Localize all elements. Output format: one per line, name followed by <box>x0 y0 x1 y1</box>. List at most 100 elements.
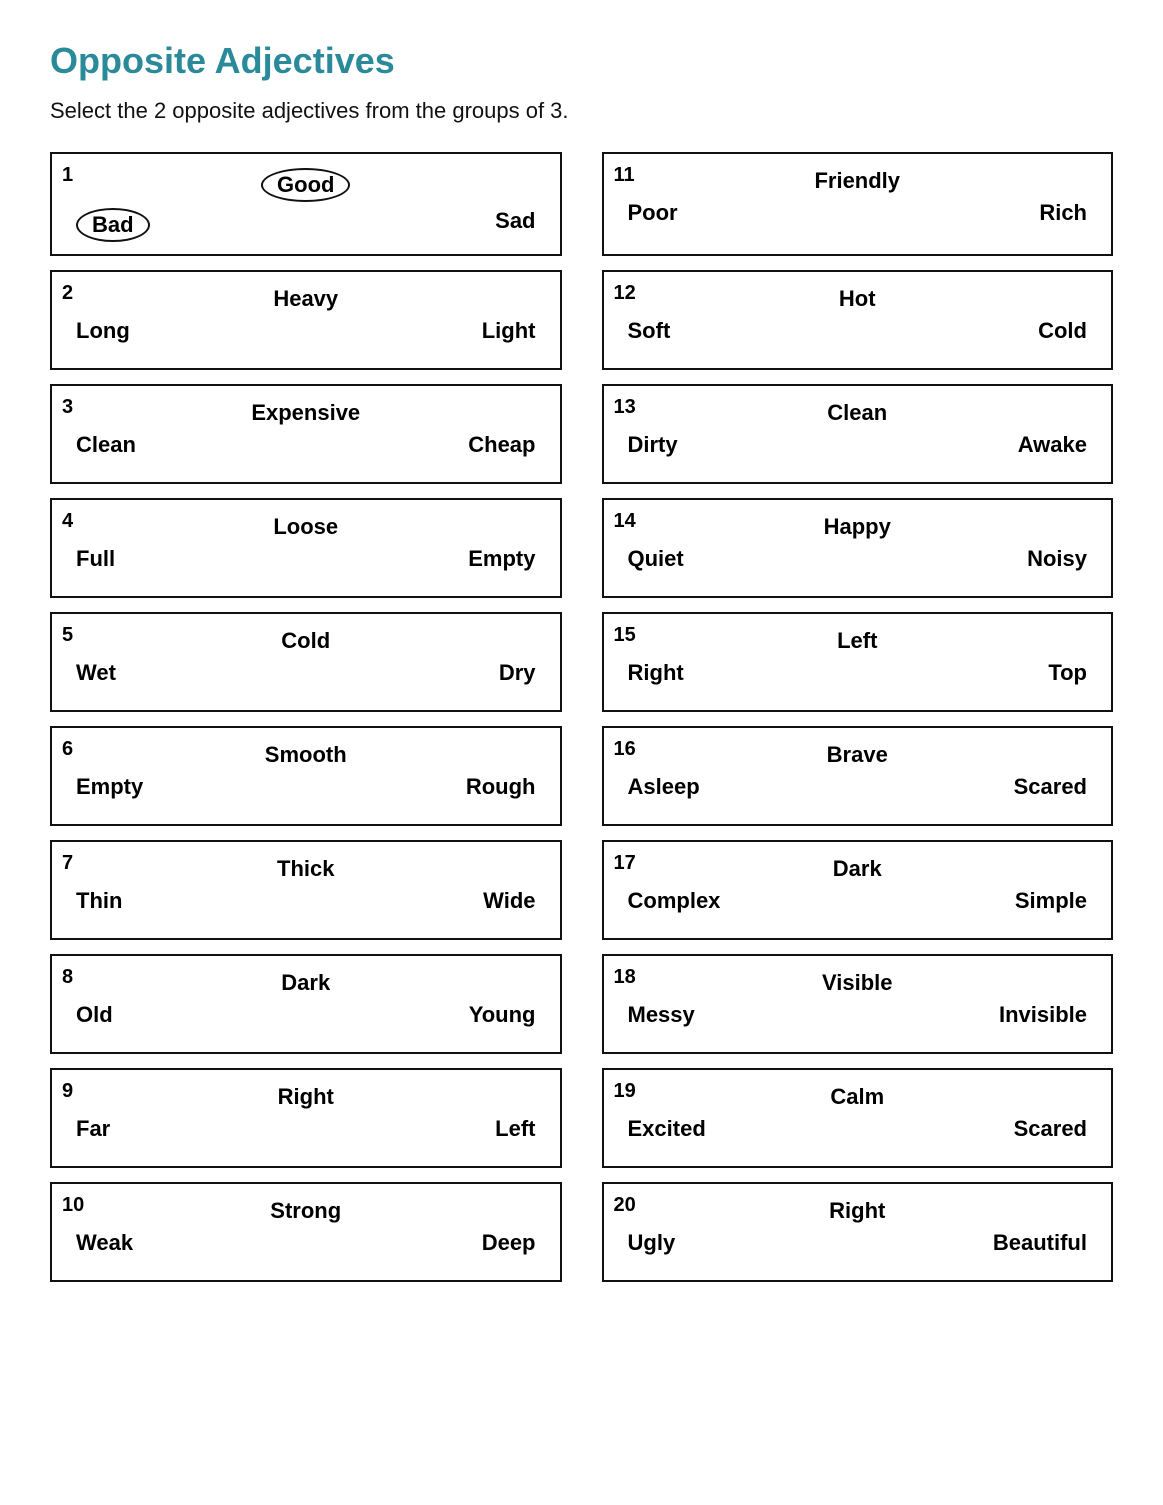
adjective-card: 10Strong Weak Deep <box>50 1182 562 1282</box>
card-bottom-row: ExcitedScared <box>618 1116 1098 1142</box>
card-bottom-right: Light <box>482 318 536 344</box>
card-bottom-left: Asleep <box>628 774 700 800</box>
card-bottom-row: MessyInvisible <box>618 1002 1098 1028</box>
page-title: Opposite Adjectives <box>50 40 1113 82</box>
card-top-word: Strong <box>66 1194 546 1224</box>
adjective-card: 12Hot Soft Cold <box>602 270 1114 370</box>
card-bottom-right: Empty <box>468 546 535 572</box>
card-number: 12 <box>614 282 636 305</box>
card-bottom-row: Wet Dry <box>66 660 546 686</box>
adjective-card: 4LooseFullEmpty <box>50 498 562 598</box>
card-number: 18 <box>614 966 636 989</box>
adjective-card: 1Good Bad Sad <box>50 152 562 256</box>
card-number: 19 <box>614 1080 636 1103</box>
card-number: 10 <box>62 1194 84 1217</box>
card-top-word: Hot <box>618 282 1098 312</box>
card-number: 14 <box>614 510 636 533</box>
adjective-card: 13CleanDirtyAwake <box>602 384 1114 484</box>
adjective-card: 11Friendly Poor Rich <box>602 152 1114 256</box>
card-top-word: Brave <box>618 738 1098 768</box>
card-bottom-right: Cold <box>1038 318 1087 344</box>
adjective-card: 16BraveAsleepScared <box>602 726 1114 826</box>
card-bottom-left: Poor <box>628 200 678 226</box>
card-top-word: Visible <box>618 966 1098 996</box>
card-bottom-right: Scared <box>1014 774 1087 800</box>
card-bottom-row: Soft Cold <box>618 318 1098 344</box>
card-bottom-left: Right <box>628 660 684 686</box>
card-bottom-row: Long Light <box>66 318 546 344</box>
card-bottom-row: Right Top <box>618 660 1098 686</box>
card-number: 7 <box>62 852 73 875</box>
card-top-word: Friendly <box>618 164 1098 194</box>
card-bottom-left: Ugly <box>628 1230 676 1256</box>
card-number: 2 <box>62 282 73 305</box>
card-bottom-row: Old Young <box>66 1002 546 1028</box>
card-bottom-left: Dirty <box>628 432 678 458</box>
card-bottom-row: Empty Rough <box>66 774 546 800</box>
card-top-word: Thick <box>66 852 546 882</box>
card-top-word: Good <box>66 164 546 202</box>
card-bottom-left: Empty <box>76 774 143 800</box>
card-top-word: Loose <box>66 510 546 540</box>
card-number: 5 <box>62 624 73 647</box>
card-bottom-row: Asleep Scared <box>618 774 1098 800</box>
card-bottom-row: Complex Simple <box>618 888 1098 914</box>
card-bottom-right: Noisy <box>1027 546 1087 572</box>
card-number: 6 <box>62 738 73 761</box>
card-number: 11 <box>614 164 635 187</box>
adjective-card: 9Right FarLeft <box>50 1068 562 1168</box>
cards-grid: 1GoodBadSad11FriendlyPoorRich2HeavyLongL… <box>50 152 1113 1282</box>
card-bottom-left: Bad <box>76 208 150 242</box>
card-bottom-right: Young <box>469 1002 536 1028</box>
card-bottom-right: Simple <box>1015 888 1087 914</box>
card-bottom-right: Sad <box>495 208 535 242</box>
card-bottom-row: Thin Wide <box>66 888 546 914</box>
adjective-card: 14HappyQuietNoisy <box>602 498 1114 598</box>
card-bottom-row: Full Empty <box>66 546 546 572</box>
card-bottom-left: Excited <box>628 1116 706 1142</box>
card-top-word: Dark <box>66 966 546 996</box>
card-bottom-left: Thin <box>76 888 122 914</box>
card-bottom-right: Rich <box>1039 200 1087 226</box>
card-top-word: Clean <box>618 396 1098 426</box>
card-bottom-row: Weak Deep <box>66 1230 546 1256</box>
adjective-card: 15Left Right Top <box>602 612 1114 712</box>
card-top-word: Left <box>618 624 1098 654</box>
adjective-card: 18Visible MessyInvisible <box>602 954 1114 1054</box>
card-top-word: Right <box>66 1080 546 1110</box>
card-bottom-row: Poor Rich <box>618 200 1098 226</box>
card-bottom-row: FarLeft <box>66 1116 546 1142</box>
card-top-word: Heavy <box>66 282 546 312</box>
card-bottom-right: Deep <box>482 1230 536 1256</box>
card-bottom-left: Old <box>76 1002 113 1028</box>
card-number: 3 <box>62 396 73 419</box>
card-top-word: Dark <box>618 852 1098 882</box>
card-number: 20 <box>614 1194 636 1217</box>
card-bottom-left: Clean <box>76 432 136 458</box>
adjective-card: 7Thick Thin Wide <box>50 840 562 940</box>
card-bottom-left: Full <box>76 546 115 572</box>
adjective-card: 20RightUglyBeautiful <box>602 1182 1114 1282</box>
card-bottom-row: Quiet Noisy <box>618 546 1098 572</box>
card-bottom-right: Wide <box>483 888 535 914</box>
card-bottom-left: Long <box>76 318 130 344</box>
card-bottom-right: Dry <box>499 660 536 686</box>
card-bottom-left: Quiet <box>628 546 684 572</box>
card-number: 1 <box>62 164 73 187</box>
adjective-card: 8DarkOldYoung <box>50 954 562 1054</box>
adjective-card: 5ColdWetDry <box>50 612 562 712</box>
adjective-card: 6Smooth Empty Rough <box>50 726 562 826</box>
adjective-card: 3ExpensiveCleanCheap <box>50 384 562 484</box>
card-bottom-right: Top <box>1048 660 1087 686</box>
card-bottom-left: Wet <box>76 660 116 686</box>
card-number: 9 <box>62 1080 73 1103</box>
card-number: 17 <box>614 852 636 875</box>
card-bottom-left: Complex <box>628 888 721 914</box>
card-top-word: Smooth <box>66 738 546 768</box>
card-bottom-left: Soft <box>628 318 671 344</box>
card-bottom-right: Rough <box>466 774 536 800</box>
card-bottom-left: Weak <box>76 1230 133 1256</box>
adjective-card: 17Dark Complex Simple <box>602 840 1114 940</box>
card-bottom-right: Cheap <box>468 432 535 458</box>
card-number: 15 <box>614 624 636 647</box>
